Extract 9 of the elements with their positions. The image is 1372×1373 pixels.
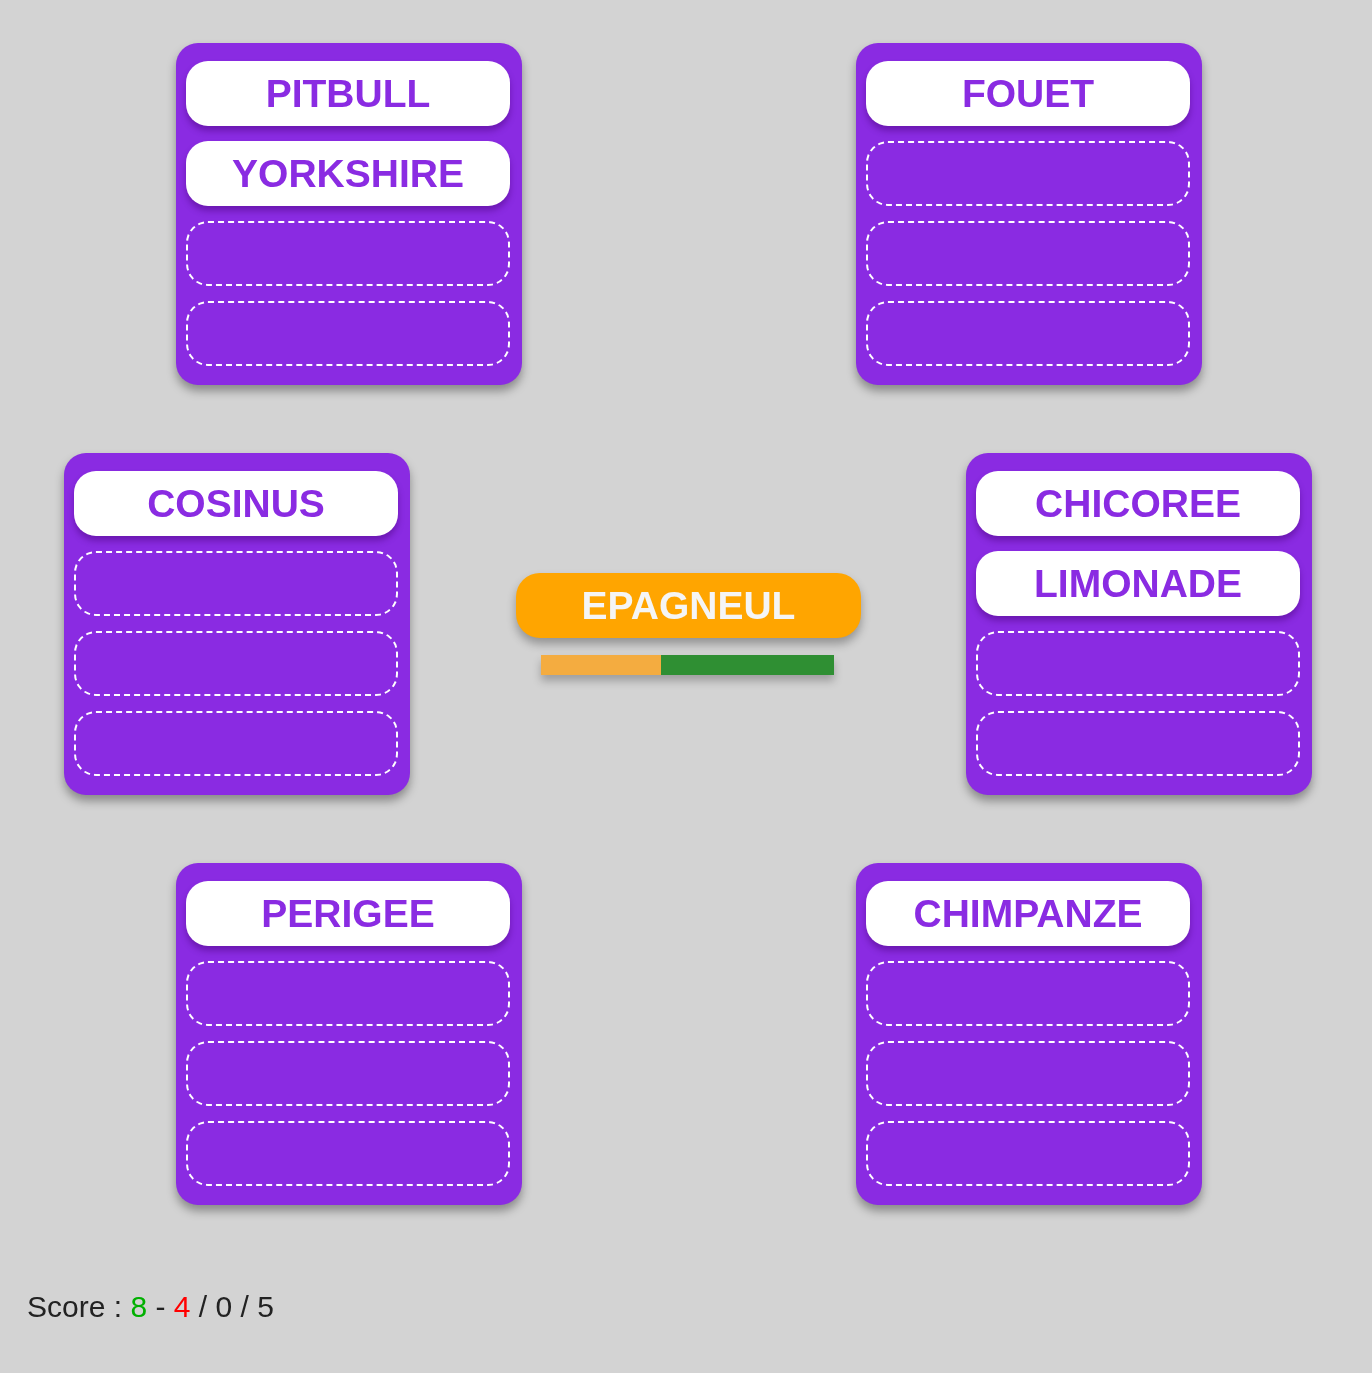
word-tile[interactable]: CHIMPANZE [866,881,1190,946]
word-tile[interactable]: PITBULL [186,61,510,126]
word-tile[interactable]: CHICOREE [976,471,1300,536]
word-tile[interactable]: PERIGEE [186,881,510,946]
word-tile[interactable]: COSINUS [74,471,398,536]
word-tile[interactable]: LIMONADE [976,551,1300,616]
word-tile[interactable]: YORKSHIRE [186,141,510,206]
score-text: Score : 8 - 4 / 0 / 5 [27,1289,274,1325]
word-tile[interactable]: FOUET [866,61,1190,126]
